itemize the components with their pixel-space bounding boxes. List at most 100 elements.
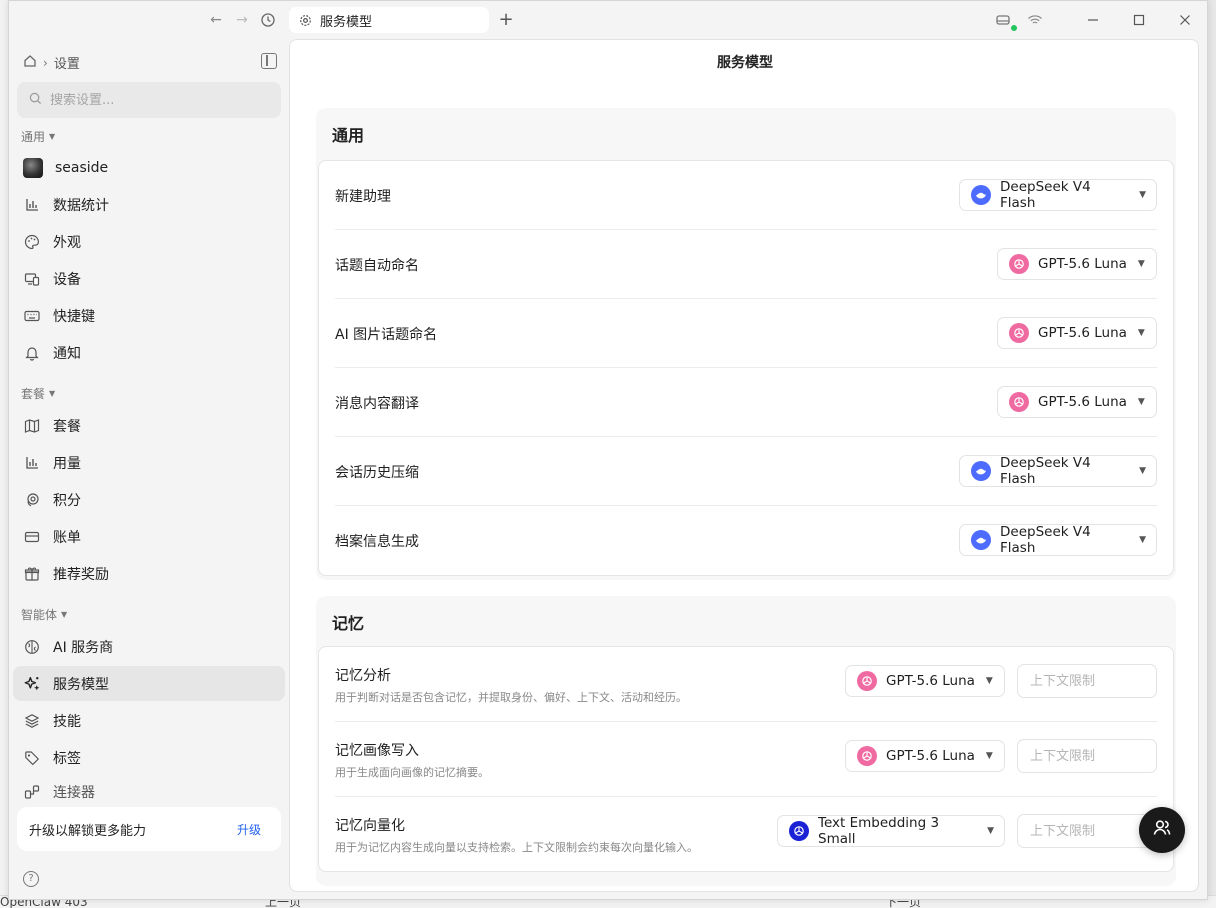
sidebar-item-label: 快捷键 [53, 308, 95, 325]
caret-down-icon: ▼ [61, 610, 68, 619]
setting-label: AI 图片话题命名 [335, 327, 438, 343]
settings-sidebar: › 设置 通用▼ seaside 数据统计 外观 设备 [9, 39, 289, 899]
sidebar-item-stats[interactable]: 数据统计 [13, 187, 285, 222]
sidebar-item-label: 套餐 [53, 418, 81, 435]
help-icon[interactable]: ? [23, 871, 39, 887]
model-name: GPT-5.6 Luna [1038, 256, 1127, 272]
coin-icon [23, 491, 41, 509]
page-title: 服务模型 [717, 55, 773, 71]
sidebar-item-label: 技能 [53, 713, 81, 730]
layers-icon [23, 712, 41, 730]
forward-arrow-icon[interactable]: → [233, 11, 251, 29]
sidebar-item-label: 通知 [53, 345, 81, 362]
chevron-down-icon: ▼ [1139, 190, 1146, 200]
section-title: 通用 [332, 126, 365, 145]
maximize-icon[interactable] [1129, 9, 1149, 31]
wifi-icon[interactable] [1025, 9, 1045, 31]
settings-window: ← → 服务模型 + › 设置 搜索设置... 通用 ▼ seaside 数据统… [8, 0, 1208, 900]
brain-icon [23, 638, 41, 656]
upgrade-link[interactable]: 升级 [237, 821, 261, 838]
setting-row: 新建助理 DeepSeek V4 Flash ▼ [335, 161, 1157, 230]
model-select[interactable]: GPT-5.6 Luna ▼ [997, 386, 1157, 418]
model-name: Text Embedding 3 Small [818, 815, 940, 847]
context-limit-input[interactable] [1017, 814, 1157, 848]
title-bar: ← → 服务模型 + [9, 1, 1207, 39]
openai-logo-icon [789, 821, 809, 841]
close-icon[interactable] [1175, 9, 1195, 31]
sidebar-item-label: 推荐奖励 [53, 566, 109, 583]
group-label-general[interactable]: 通用 ▼ [21, 128, 55, 145]
sidebar-item-notifications[interactable]: 通知 [13, 335, 285, 370]
chevron-down-icon: ▼ [1139, 466, 1146, 476]
setting-row: 话题自动命名 GPT-5.6 Luna ▼ [335, 230, 1157, 299]
group-label-plan[interactable]: 套餐 ▼ [21, 385, 55, 402]
chevron-down-icon: ▼ [1137, 259, 1145, 269]
sidebar-item-label: 标签 [53, 750, 81, 767]
model-select[interactable]: Text Embedding 3 Small ▼ [777, 815, 1005, 847]
chevron-right-icon: › [43, 55, 48, 70]
sidebar-item-shortcuts[interactable]: 快捷键 [13, 298, 285, 333]
sidebar-item-tags[interactable]: 标签 [13, 740, 285, 775]
gear-icon [299, 14, 312, 27]
bar-chart-icon [23, 196, 41, 214]
history-clock-icon[interactable] [259, 11, 277, 29]
palette-icon [23, 233, 41, 251]
memory-settings-card: 记忆分析 用于判断对话是否包含记忆，并提取身份、偏好、上下文、活动和经历。 GP… [318, 646, 1174, 872]
context-limit-input[interactable] [1017, 739, 1157, 773]
model-select[interactable]: GPT-5.6 Luna ▼ [845, 740, 1005, 772]
model-select[interactable]: GPT-5.6 Luna ▼ [845, 665, 1005, 697]
sidebar-item-billing[interactable]: 账单 [13, 519, 285, 554]
setting-row: 档案信息生成 DeepSeek V4 Flash ▼ [335, 506, 1157, 575]
model-name: GPT-5.6 Luna [886, 748, 975, 764]
model-select[interactable]: DeepSeek V4 Flash ▼ [959, 455, 1157, 487]
card-icon [23, 528, 41, 546]
search-input[interactable] [50, 92, 250, 108]
setting-row: 会话历史压缩 DeepSeek V4 Flash ▼ [335, 437, 1157, 506]
openai-logo-icon [857, 671, 877, 691]
search-box[interactable] [17, 82, 281, 118]
group-label-agents[interactable]: 智能体 ▼ [21, 606, 67, 623]
setting-label: 档案信息生成 [335, 534, 419, 550]
tab-service-model[interactable]: 服务模型 [289, 7, 489, 33]
sidebar-item-connectors[interactable]: 连接器 [13, 777, 285, 807]
sidebar-collapse-icon[interactable] [261, 53, 277, 69]
sidebar-item-label: 外观 [53, 234, 81, 251]
model-select[interactable]: GPT-5.6 Luna ▼ [997, 248, 1157, 280]
setting-label: 记忆向量化 [335, 818, 405, 834]
model-select[interactable]: GPT-5.6 Luna ▼ [997, 317, 1157, 349]
setting-row: AI 图片话题命名 GPT-5.6 Luna ▼ [335, 299, 1157, 368]
sidebar-item-usage[interactable]: 用量 [13, 445, 285, 480]
assistant-fab-button[interactable] [1139, 807, 1185, 853]
home-icon[interactable] [23, 54, 37, 72]
sidebar-item-appearance[interactable]: 外观 [13, 224, 285, 259]
drive-icon[interactable] [993, 9, 1013, 31]
breadcrumb: › 设置 [23, 53, 80, 72]
sidebar-item-skills[interactable]: 技能 [13, 703, 285, 738]
upgrade-text: 升级以解锁更多能力 [29, 823, 147, 839]
bell-icon [23, 344, 41, 362]
minimize-icon[interactable] [1083, 9, 1103, 31]
sidebar-item-credits[interactable]: 积分 [13, 482, 285, 517]
setting-row: 消息内容翻译 GPT-5.6 Luna ▼ [335, 368, 1157, 437]
chevron-down-icon: ▼ [985, 751, 993, 761]
setting-label: 新建助理 [335, 189, 391, 205]
new-tab-plus-icon[interactable]: + [495, 9, 517, 31]
model-select[interactable]: DeepSeek V4 Flash ▼ [959, 179, 1157, 211]
model-select[interactable]: DeepSeek V4 Flash ▼ [959, 524, 1157, 556]
sidebar-item-label: 积分 [53, 492, 81, 509]
sidebar-item-profile[interactable]: seaside [13, 150, 285, 185]
keyboard-icon [23, 307, 41, 325]
chevron-down-icon: ▼ [1137, 397, 1145, 407]
sidebar-item-devices[interactable]: 设备 [13, 261, 285, 296]
general-settings-card: 新建助理 DeepSeek V4 Flash ▼ 话题自动命名 GPT-5.6 … [318, 160, 1174, 576]
context-limit-input[interactable] [1017, 664, 1157, 698]
sidebar-item-label: 设备 [53, 271, 81, 288]
sparkles-icon [23, 675, 41, 693]
back-arrow-icon[interactable]: ← [207, 11, 225, 29]
sidebar-item-label: AI 服务商 [53, 639, 114, 656]
sidebar-item-ai-providers[interactable]: AI 服务商 [13, 629, 285, 664]
sidebar-item-plan[interactable]: 套餐 [13, 408, 285, 443]
caret-down-icon: ▼ [49, 389, 56, 398]
sidebar-item-referral[interactable]: 推荐奖励 [13, 556, 285, 591]
sidebar-item-service-model[interactable]: 服务模型 [13, 666, 285, 701]
